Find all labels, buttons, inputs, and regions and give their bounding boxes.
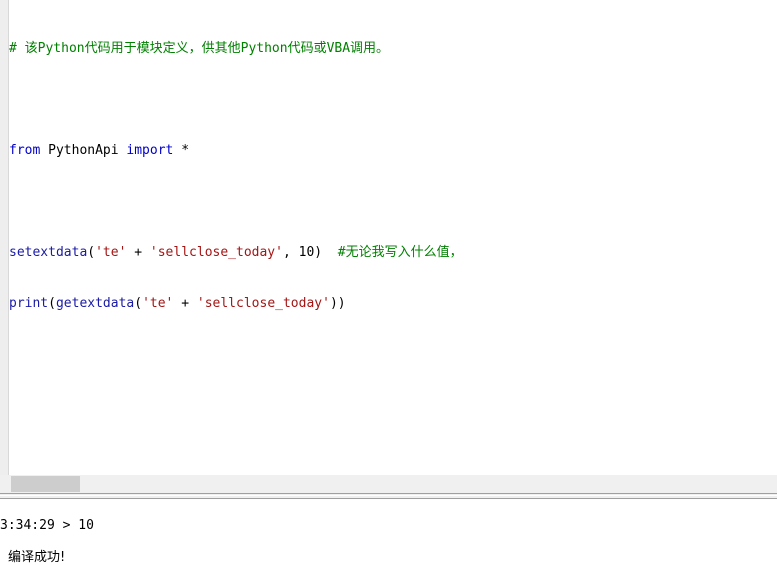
paren: ( [87, 245, 96, 260]
function-name: setextdata [9, 245, 88, 260]
output-panel: 3:34:29 > 10 编译成功! [0, 499, 777, 565]
scrollbar-thumb[interactable] [11, 476, 80, 492]
operator-plus: + [173, 296, 197, 311]
function-name: getextdata [55, 296, 135, 311]
arguments: , 10) [282, 245, 338, 260]
code-line-1: # 该Python代码用于模块定义，供其他Python代码或VBA调用。 [9, 40, 777, 57]
string-literal: 'te' [142, 296, 174, 311]
keyword-import: import [126, 143, 174, 158]
editor-gutter [0, 0, 9, 475]
python-editor-window: # 该Python代码用于模块定义，供其他Python代码或VBA调用。 fro… [0, 0, 777, 565]
function-name: print [9, 296, 49, 311]
comment-text: # 该Python代码用于模块定义，供其他Python代码或VBA调用。 [9, 41, 390, 56]
string-literal: 'te' [95, 245, 127, 260]
code-area[interactable]: # 该Python代码用于模块定义，供其他Python代码或VBA调用。 fro… [9, 6, 777, 346]
output-line-compile-status: 编译成功! [8, 550, 66, 565]
code-editor[interactable]: # 该Python代码用于模块定义，供其他Python代码或VBA调用。 fro… [0, 0, 777, 475]
code-line-6: print(getextdata('te' + 'sellclose_today… [9, 295, 777, 312]
output-line-result: 3:34:29 > 10 [0, 518, 94, 533]
keyword-from: from [9, 143, 41, 158]
paren: ( [48, 296, 56, 311]
module-name: PythonApi [40, 143, 127, 158]
code-line-3: from PythonApi import * [9, 142, 777, 159]
comment-text: #无论我写入什么值， [337, 245, 463, 260]
horizontal-scrollbar[interactable] [0, 475, 777, 493]
paren: ( [134, 296, 143, 311]
operator-plus: + [126, 245, 150, 260]
code-line-5: setextdata('te' + 'sellclose_today', 10)… [9, 244, 777, 261]
string-literal: 'sellclose_today' [196, 296, 330, 311]
string-literal: 'sellclose_today' [149, 245, 283, 260]
paren: )) [329, 296, 346, 311]
import-target: * [173, 143, 190, 158]
